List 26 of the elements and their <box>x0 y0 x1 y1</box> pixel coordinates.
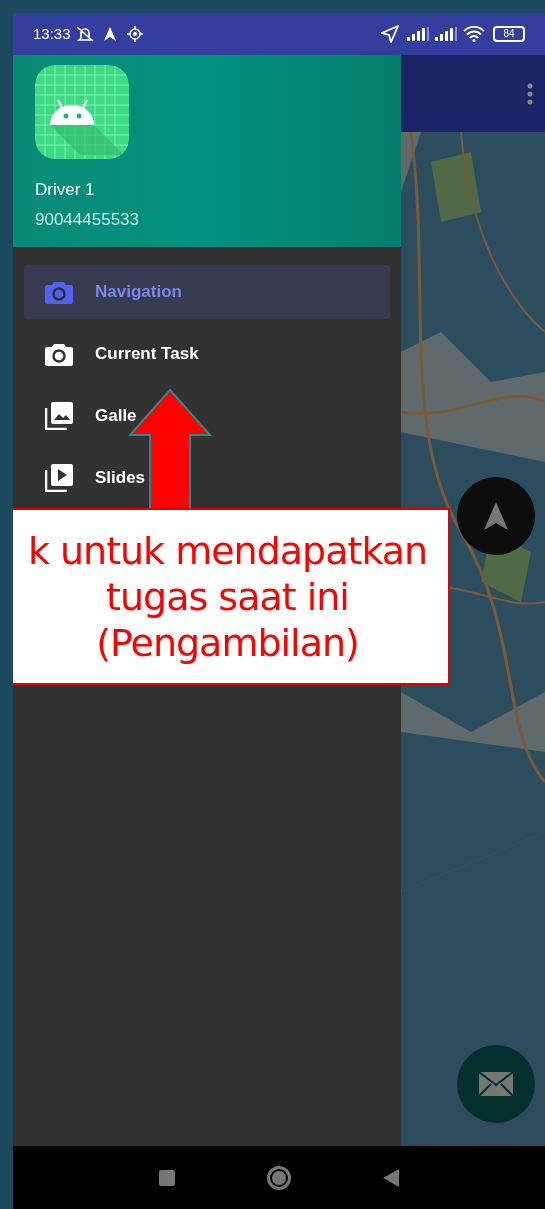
signal-icon <box>435 27 457 41</box>
location-icon <box>126 26 143 42</box>
more-icon[interactable] <box>527 82 533 105</box>
slideshow-icon <box>45 464 73 492</box>
gallery-icon <box>45 402 73 430</box>
user-name: Driver 1 <box>35 179 96 201</box>
recents-icon[interactable] <box>159 1169 175 1186</box>
mail-icon <box>479 1072 513 1096</box>
status-time: 13:33 <box>33 23 71 44</box>
signal-icon <box>407 27 429 41</box>
drawer-menu-item[interactable]: Slides <box>24 451 390 505</box>
wifi-icon <box>463 26 485 42</box>
navigation-icon <box>102 26 117 42</box>
navigation-icon <box>484 502 508 530</box>
drawer-menu-item[interactable]: Galle <box>24 389 390 443</box>
mute-icon <box>74 25 95 43</box>
battery-level: 84 <box>503 29 515 39</box>
drawer-menu-item[interactable]: Current Task <box>24 327 390 381</box>
home-icon[interactable] <box>267 1165 291 1190</box>
android-app-icon <box>35 65 129 159</box>
user-phone: 90044455533 <box>35 208 140 231</box>
location-arrow-icon <box>381 25 399 43</box>
camera-icon <box>45 280 73 304</box>
back-icon[interactable] <box>383 1168 399 1187</box>
camera-icon <box>45 342 73 366</box>
callout-text: k untuk mendapatkan tugas saat ini (Pengambilan) <box>26 527 428 666</box>
